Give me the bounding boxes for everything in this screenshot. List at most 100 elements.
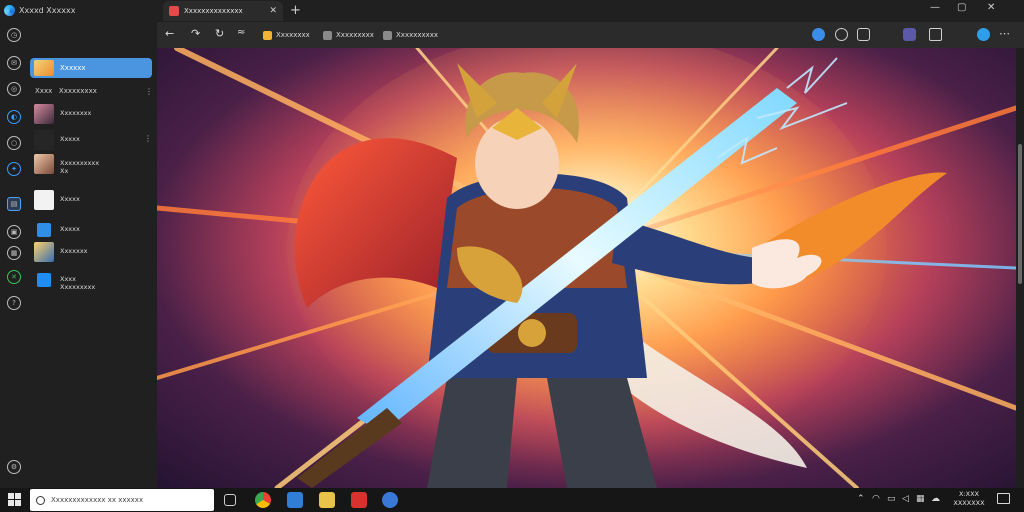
- bookmark-folder-icon: [263, 30, 272, 40]
- portrait-thumbnail: [34, 154, 54, 174]
- left-app-window: Xxxxd Xxxxxx ◷ ✉ ◎ ◐ ○ ✦ ▤ ▣ ▦ ✕ ? ⚙ Xxx…: [0, 0, 157, 488]
- collections-icon[interactable]: [903, 28, 916, 41]
- section-label: Xxxx Xxxxxxxxx: [35, 87, 97, 95]
- windows-start-icon[interactable]: [8, 493, 21, 506]
- store-icon[interactable]: ▦: [7, 246, 21, 260]
- list-item-subtitle: Xxxxxxxxx: [60, 283, 96, 291]
- list-item-title: Xxxxx: [60, 225, 80, 233]
- file-explorer-icon[interactable]: [319, 492, 335, 508]
- more-options-icon[interactable]: ⋮: [145, 87, 153, 96]
- browser-app-icon[interactable]: [382, 492, 398, 508]
- more-options-icon[interactable]: ⋮: [144, 130, 152, 143]
- tab-bar: Xxxxxxxxxxxxxx ✕ + — ▢ ✕: [157, 0, 1024, 22]
- settings-icon[interactable]: ⚙: [7, 460, 21, 474]
- office-app-icon[interactable]: [351, 492, 367, 508]
- keyboard-icon[interactable]: ▦: [916, 494, 925, 504]
- system-clock[interactable]: X:XXX XXXXXXX: [950, 490, 988, 508]
- store-app-icon[interactable]: [287, 492, 303, 508]
- onedrive-icon[interactable]: ☁: [931, 494, 940, 504]
- list-item-text: Xxxxx: [60, 190, 80, 203]
- notification-center-icon[interactable]: [997, 493, 1010, 504]
- clock-icon[interactable]: ◷: [7, 28, 21, 42]
- xbox-icon[interactable]: ✕: [7, 270, 21, 284]
- folder-thumbnail: [34, 60, 54, 76]
- globe-icon[interactable]: ◎: [7, 82, 21, 96]
- favorite-bookmark[interactable]: Xxxxxxxx: [263, 28, 310, 42]
- chat-icon[interactable]: ✉: [7, 56, 21, 70]
- refresh-button[interactable]: ↻: [215, 27, 224, 40]
- artwork-viewport: [157, 48, 1016, 488]
- selected-list-item[interactable]: Xxxxxx: [30, 58, 152, 78]
- chrome-icon[interactable]: [255, 492, 271, 508]
- maximize-button[interactable]: ▢: [957, 2, 966, 13]
- search-placeholder: Xxxxxxxxxxxxx xx xxxxxx: [51, 496, 144, 504]
- belt-buckle: [518, 319, 546, 347]
- browser-menu-icon[interactable]: ⋯: [999, 27, 1010, 40]
- bookmark-page-icon: [323, 30, 332, 40]
- list-item-title: Xxxxxxxxxx: [60, 159, 100, 167]
- white-thumbnail: [34, 190, 54, 210]
- selected-item-label: Xxxxxx: [60, 64, 86, 72]
- extensions-menu-icon[interactable]: ≈: [237, 27, 245, 38]
- blue-square-icon: [37, 223, 51, 237]
- avatar-thumbnail: [34, 104, 54, 124]
- profile-extension-icon[interactable]: [812, 28, 825, 41]
- battery-icon[interactable]: ▭: [887, 494, 896, 504]
- close-tab-icon[interactable]: ✕: [269, 6, 277, 16]
- browser-tab[interactable]: Xxxxxxxxxxxxxx ✕: [163, 1, 283, 21]
- close-window-button[interactable]: ✕: [987, 2, 995, 13]
- list-item[interactable]: Xxxxx: [34, 190, 152, 210]
- windows-logo-icon: [37, 273, 51, 287]
- favorite-bookmark[interactable]: Xxxxxxxxxx: [383, 28, 438, 42]
- list-item[interactable]: Xxxxxxx: [34, 242, 152, 262]
- network-icon[interactable]: ◠: [872, 494, 880, 504]
- clock-time: X:XXX: [958, 490, 979, 498]
- list-item[interactable]: Xxxxxxxxxx Xx: [34, 154, 152, 175]
- browser-toolbar: ← ↷ ↻ ≈ Xxxxxxxx Xxxxxxxxx Xxxxxxxxxx ⋯: [157, 22, 1024, 48]
- scroll-thumb[interactable]: [1018, 144, 1022, 284]
- split-screen-icon[interactable]: [929, 28, 942, 41]
- back-button[interactable]: ←: [165, 27, 174, 40]
- page-icon[interactable]: ▤: [7, 197, 21, 211]
- sword-hilt: [297, 408, 402, 488]
- app-title: Xxxxd Xxxxxx: [19, 5, 76, 15]
- edge-icon[interactable]: ◐: [7, 110, 21, 124]
- bookmark-page-icon: [383, 30, 392, 40]
- list-item-title: Xxxxxxxx: [60, 109, 92, 117]
- help-icon[interactable]: ?: [7, 296, 21, 310]
- section-header: Xxxx Xxxxxxxxx ⋮: [35, 85, 153, 97]
- new-tab-button[interactable]: +: [290, 3, 301, 18]
- list-item-title: Xxxxxxx: [60, 247, 88, 255]
- list-item-text: Xxxxxxxxxx Xx: [60, 154, 99, 175]
- task-view-icon[interactable]: [224, 494, 236, 506]
- gamepad-extension-icon[interactable]: [857, 28, 870, 41]
- list-item[interactable]: Xxxx Xxxxxxxxx: [34, 270, 152, 291]
- taskbar-search-box[interactable]: Xxxxxxxxxxxxx xx xxxxxx: [30, 489, 214, 511]
- pin-icon[interactable]: ✦: [7, 162, 21, 176]
- list-item[interactable]: Xxxxxxxx: [34, 104, 152, 124]
- volume-icon[interactable]: ◁: [902, 494, 909, 504]
- vertical-scrollbar[interactable]: [1016, 48, 1024, 488]
- list-item-title: Xxxxx: [60, 135, 80, 143]
- app-title-bar: Xxxxd Xxxxxx: [4, 2, 75, 18]
- list-item[interactable]: Xxxxx: [34, 220, 152, 240]
- copilot-icon[interactable]: [977, 28, 990, 41]
- list-item[interactable]: Xxxxx ⋮: [34, 130, 152, 150]
- list-item-text: Xxxxx: [60, 220, 80, 233]
- bookmark-label: Xxxxxxxxx: [336, 31, 374, 39]
- blank-thumbnail: [34, 130, 54, 150]
- tray-chevron-icon[interactable]: ⌃: [857, 494, 865, 504]
- list-item-subtitle: Xx: [60, 167, 69, 175]
- minimize-button[interactable]: —: [930, 2, 940, 13]
- list-item-title: Xxxxx: [60, 195, 80, 203]
- forward-button[interactable]: ↷: [191, 27, 200, 40]
- favorite-bookmark[interactable]: Xxxxxxxxx: [323, 28, 374, 42]
- list-item-text: Xxxx Xxxxxxxxx: [60, 270, 95, 291]
- settings-extension-icon[interactable]: [835, 28, 848, 41]
- circle-icon[interactable]: ○: [7, 136, 21, 150]
- bookmark-label: Xxxxxxxxxx: [396, 31, 439, 39]
- camera-icon[interactable]: ▣: [7, 225, 21, 239]
- bookmark-label: Xxxxxxxx: [276, 31, 310, 39]
- taskbar: Xxxxxxxxxxxxx xx xxxxxx ⌃ ◠ ▭ ◁ ▦ ☁ X:XX…: [0, 488, 1024, 512]
- tab-favicon-icon: [169, 6, 179, 16]
